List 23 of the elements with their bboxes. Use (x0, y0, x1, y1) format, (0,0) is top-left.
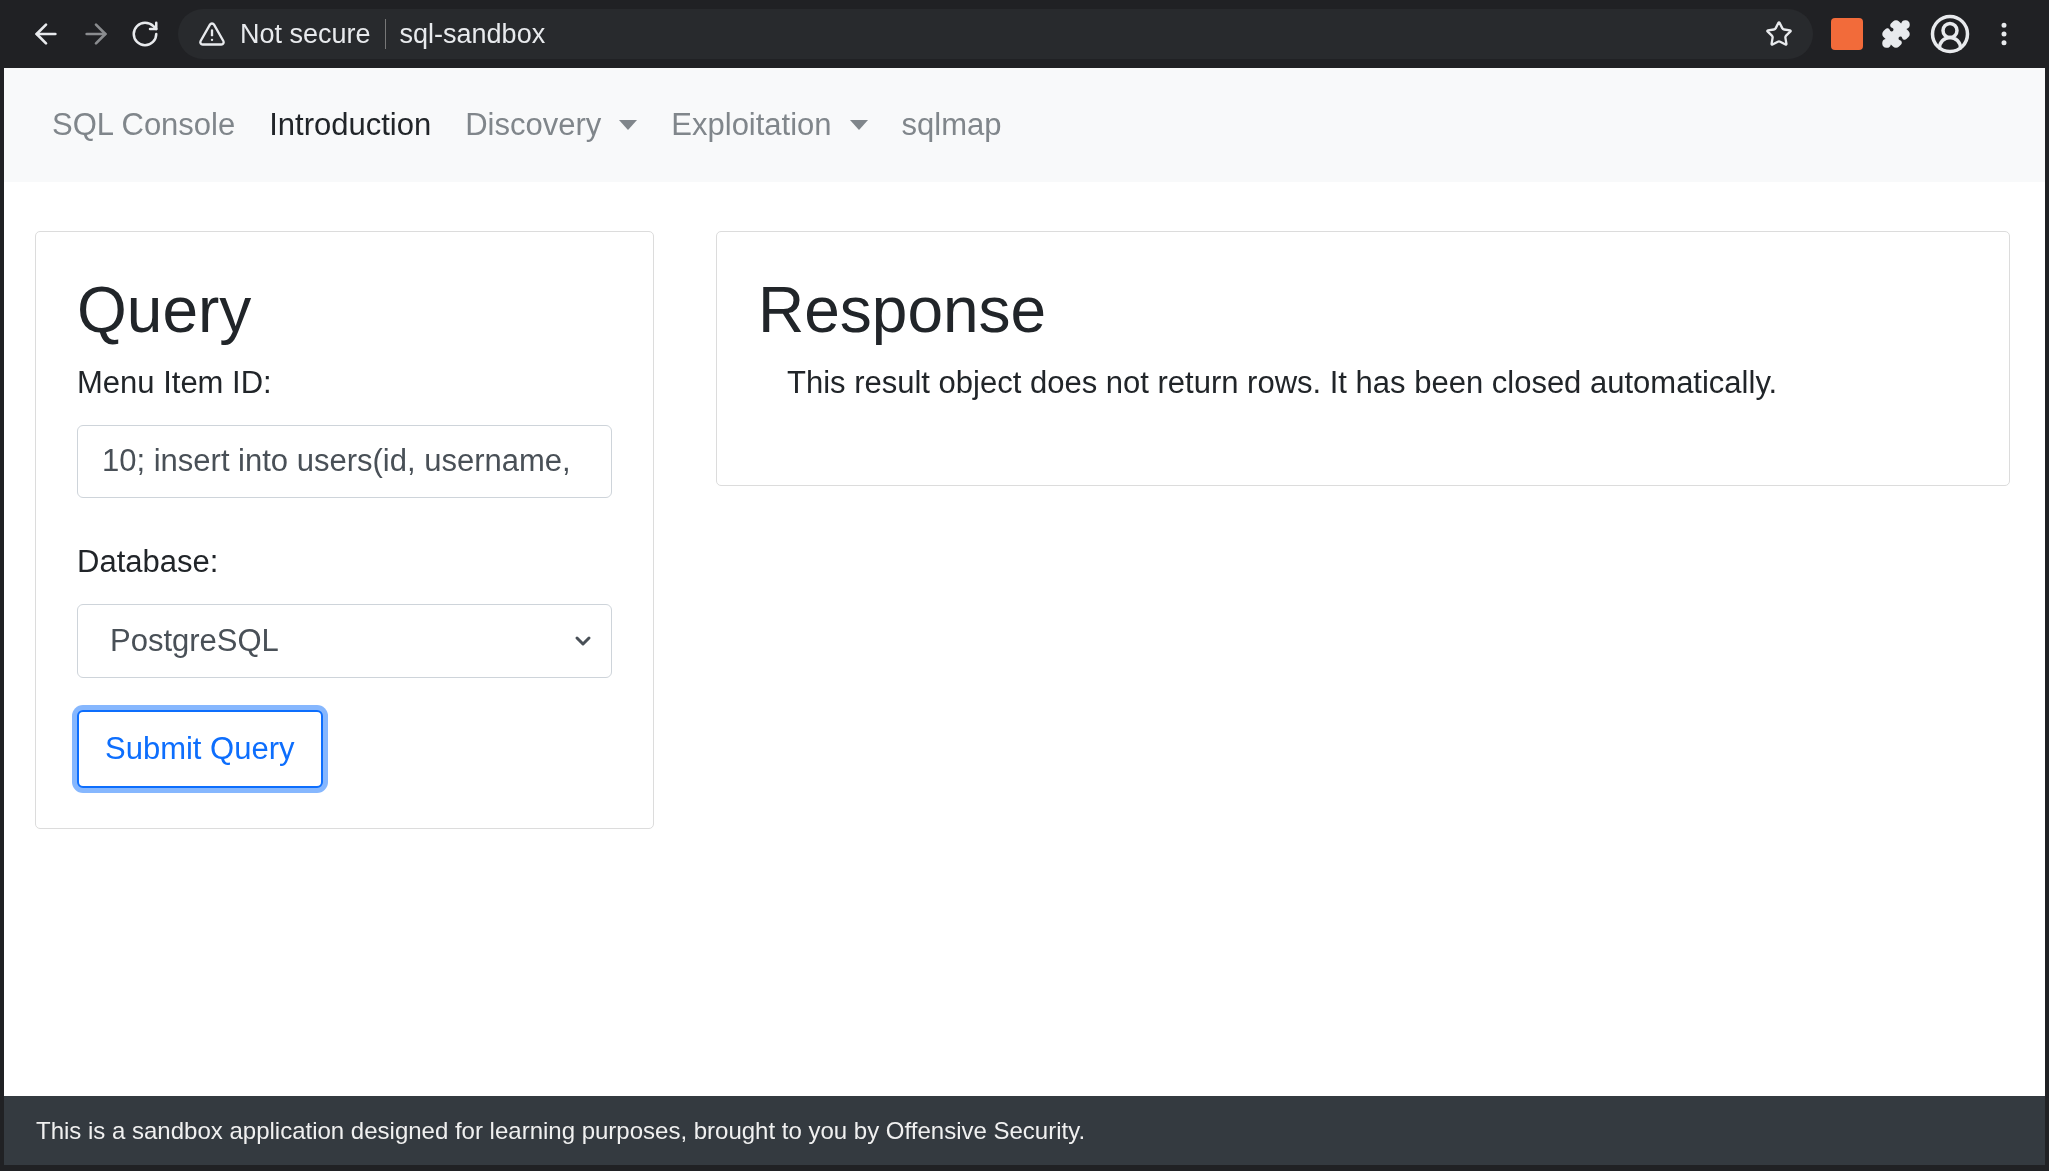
bookmark-star-icon[interactable] (1765, 20, 1793, 48)
nav-link[interactable]: SQL Console (52, 107, 236, 143)
profile-icon[interactable] (1929, 13, 1971, 55)
caret-icon (849, 120, 868, 130)
nav-link[interactable]: Introduction (269, 107, 432, 143)
warning-icon (198, 20, 226, 48)
nav-link[interactable]: Exploitation (671, 107, 868, 143)
nav-link[interactable]: sqlmap (901, 107, 1002, 143)
query-title: Query (77, 273, 253, 348)
response-title: Response (758, 273, 1048, 348)
database-label: Database: (77, 543, 220, 580)
nav-link[interactable]: Discovery (465, 107, 638, 143)
reload-icon[interactable] (130, 19, 160, 49)
security-label: Not secure (240, 18, 371, 50)
footer-text: This is a sandbox application designed for learning purposes, brought to you by Offensive Security. (36, 1116, 1086, 1145)
menu-item-id-label: Menu Item ID: (77, 364, 273, 401)
address-bar[interactable]: Not secure sql-sandbox (178, 9, 1813, 59)
url-text: sql-sandbox (399, 18, 546, 50)
menu-item-id-input[interactable]: 10; insert into users(id, username, (77, 424, 612, 498)
database-select[interactable]: PostgreSQL (77, 603, 612, 678)
caret-icon (619, 120, 638, 130)
extensions-icon[interactable] (1881, 19, 1911, 49)
response-message: This result object does not return rows. It has been closed automatically. (787, 364, 1779, 401)
